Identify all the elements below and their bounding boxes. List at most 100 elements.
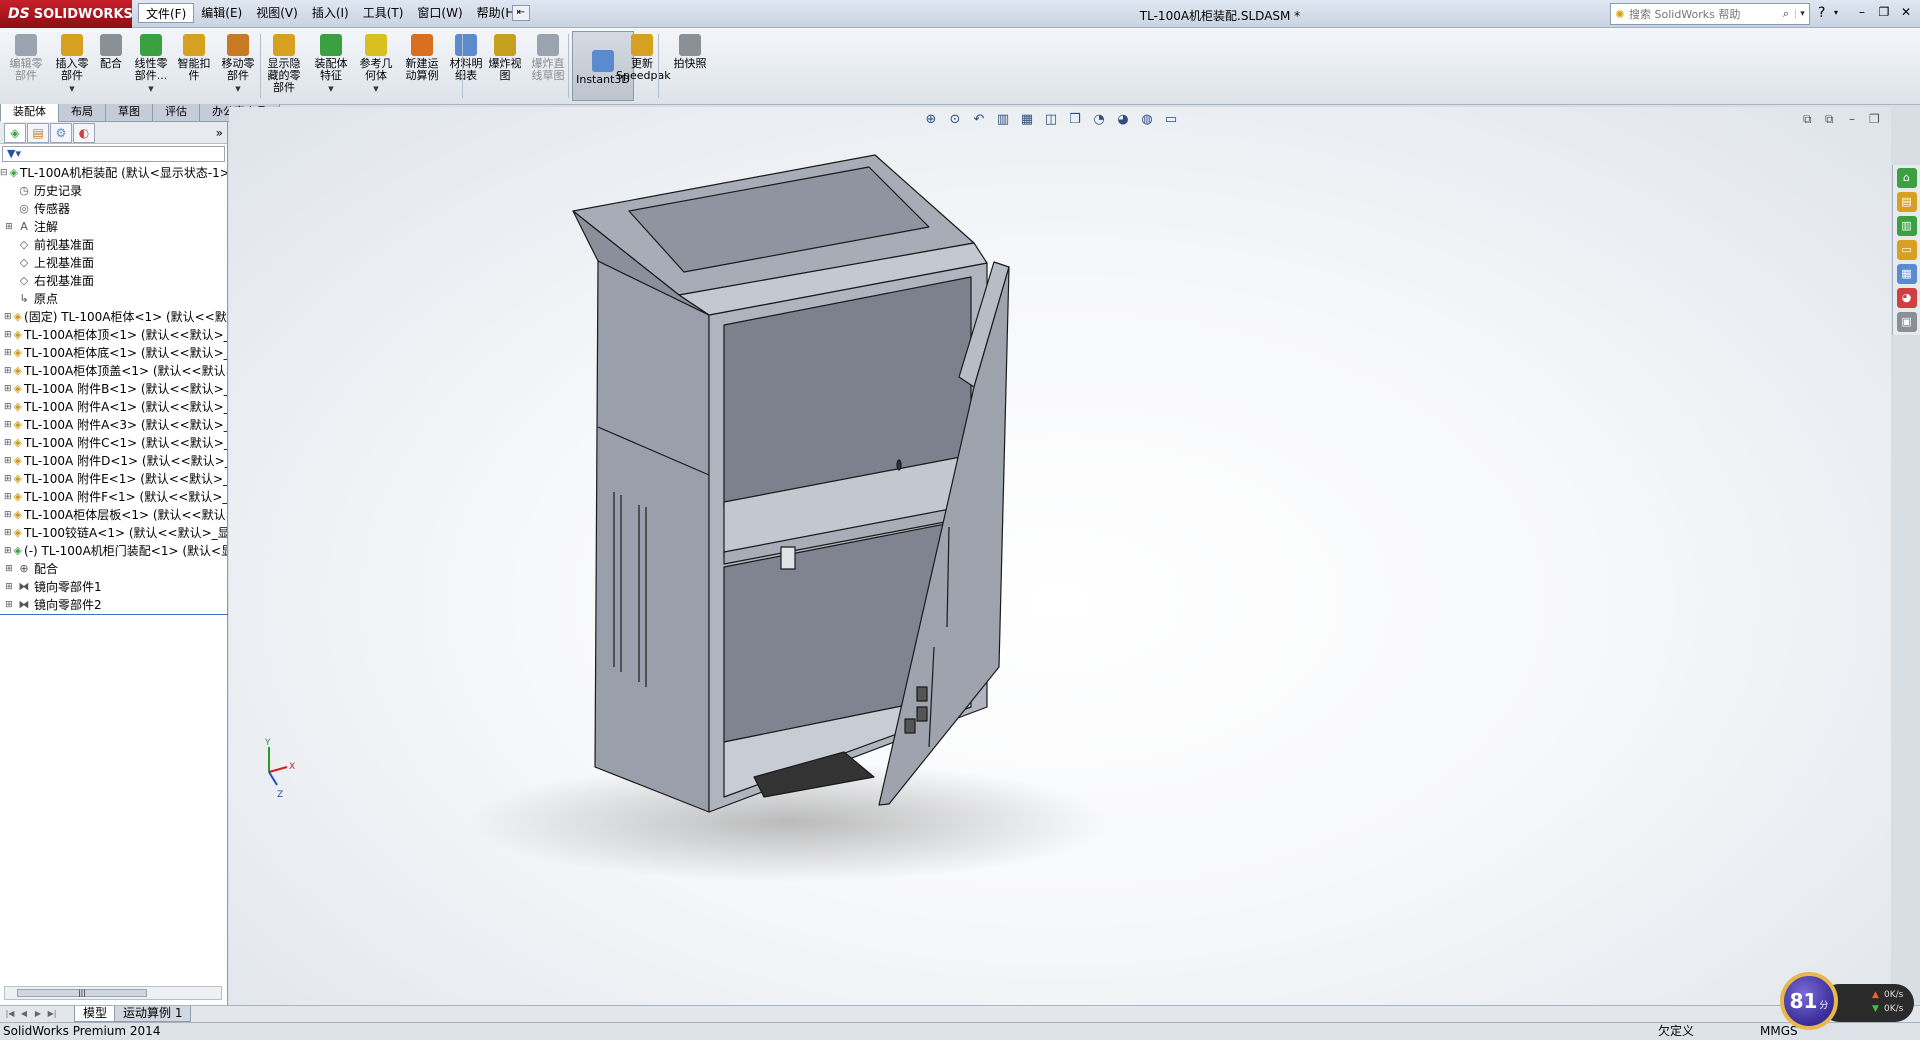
file-explorer-icon[interactable]: ▥ [1896,216,1917,236]
restore-icon[interactable]: ❐ [1874,5,1894,21]
dropdown-arrow-icon[interactable]: ▼ [216,83,260,95]
tree-item[interactable]: ⊞◈TL-100A 附件B<1> (默认<<默认>_显示状态 1>) [0,380,227,398]
cmd-explode-line-sketch-button[interactable]: 爆炸直 线草图 [526,34,570,102]
tree-item[interactable]: ⊞◈TL-100A柜体顶<1> (默认<<默认>_显示状态 1>) [0,326,227,344]
tree-item[interactable]: ⊞◈(-) TL-100A机柜门装配<1> (默认<显示状态-1>) [0,542,227,560]
scrollbar-thumb[interactable]: ||| [17,989,147,997]
expand-icon[interactable]: ⊞ [4,578,14,596]
expand-icon[interactable]: ⊞ [4,434,12,452]
cmd-new-motion-study-button[interactable]: 新建运 动算例 [400,34,444,102]
cmd-bom-button[interactable]: 材料明 细表 [446,34,486,102]
search-help-box[interactable]: ✺ ⌕ ▾ [1610,3,1810,25]
tree-item[interactable]: ⊞◈TL-100A柜体顶盖<1> (默认<<默认>_显示状态 1>) [0,362,227,380]
expand-icon[interactable]: ⊞ [4,470,12,488]
tree-item[interactable]: ⊞◈TL-100A 附件C<1> (默认<<默认>_显示状态 1>) [0,434,227,452]
cmd-linear-pattern-button[interactable]: 线性零 部件... ▼ [130,34,172,102]
bottom-tab-1[interactable]: 运动算例 1 [114,1006,192,1022]
cmd-mate-button[interactable]: 配合 [94,34,128,102]
cmd-tab-3[interactable]: 评估 [152,104,200,122]
tree-item[interactable]: ↳ 原点 [0,290,227,308]
menu-item-2[interactable]: 视图(V) [249,3,305,23]
graphics-area[interactable]: ⊕ ⊙ ↶ ▥ ▦ ◫ ❒ ◔ ◕ ◍ ▭ ⧉ ⧉ – ❐ ✕ [229,107,1891,1005]
performance-widget[interactable]: ▲ 0K/s ▼ 0K/s 81 分 [1780,972,1916,1032]
panel-horizontal-scrollbar[interactable]: ||| [4,986,222,1000]
tree-item[interactable]: ⊞◈TL-100A 附件A<1> (默认<<默认>_显示状态 1>) [0,398,227,416]
cmd-smart-fasteners-button[interactable]: 智能扣 件 [174,34,214,102]
tree-item[interactable]: ⊞ ⧓ 镜向零部件2 [0,596,227,614]
expand-icon[interactable]: ⊞ [4,398,12,416]
appearances-icon[interactable]: ◕ [1896,288,1917,308]
menu-item-3[interactable]: 插入(I) [305,3,356,23]
tree-item[interactable]: ◇ 右视基准面 [0,272,227,290]
help-icon[interactable]: ? [1818,5,1825,21]
dropdown-arrow-icon[interactable]: ▼ [130,83,172,95]
bottom-tab-0[interactable]: 模型 [74,1006,117,1022]
search-dropdown-icon[interactable]: ▾ [1795,9,1809,19]
cabinet-model[interactable]: Y X Z [229,107,1891,1005]
menu-item-0[interactable]: 文件(F) [138,3,195,23]
last-tab-icon[interactable]: ▶| [46,1008,58,1020]
dropdown-arrow-icon[interactable]: ▼ [52,83,92,95]
cmd-reference-geometry-button[interactable]: 参考几 何体 ▼ [354,34,398,102]
expand-icon[interactable]: ⊞ [4,416,12,434]
tree-item[interactable]: ⊞◈(固定) TL-100A柜体<1> (默认<<默认>_显示状态 1>) [0,308,227,326]
expand-icon[interactable]: ⊞ [4,362,12,380]
expand-icon[interactable]: ⊞ [4,380,12,398]
tree-item[interactable]: ◇ 前视基准面 [0,236,227,254]
tree-item[interactable]: ⊞ ⧓ 镜向零部件1 [0,578,227,596]
folder-icon[interactable]: ▭ [1896,240,1917,260]
solidworks-resources-icon[interactable]: ⌂ [1896,168,1917,188]
expand-icon[interactable]: ⊞ [4,218,14,236]
cmd-insert-component-button[interactable]: 插入零 部件 ▼ [52,34,92,102]
cmd-tab-0[interactable]: 装配体 [0,104,59,122]
cmd-edit-component-button[interactable]: 编辑零 部件 [6,34,46,102]
expand-panel-icon[interactable]: » [216,126,223,140]
expand-icon[interactable]: ⊞ [4,488,12,506]
expand-icon[interactable]: ⊞ [4,524,12,542]
menu-item-1[interactable]: 编辑(E) [194,3,249,23]
menu-item-5[interactable]: 窗口(W) [410,3,469,23]
configuration-manager-tab-icon[interactable]: ⚙ [50,122,72,143]
tree-item[interactable]: ⊞◈TL-100A柜体底<1> (默认<<默认>_显示状态 1>) [0,344,227,362]
cmd-speedpak-button[interactable]: 更新 Speedpak [616,34,671,102]
dropdown-arrow-icon[interactable]: ▼ [310,83,352,95]
tree-item[interactable]: ⊞◈TL-100A 附件D<1> (默认<<默认>_显示状态 1>) [0,452,227,470]
expand-icon[interactable]: ⊞ [4,344,12,362]
close-icon[interactable]: ✕ [1896,5,1916,21]
tree-item[interactable]: ⊞◈TL-100A 附件F<1> (默认<<默认>_显示状态 1>) [0,488,227,506]
expand-icon[interactable]: ⊞ [4,560,14,578]
feature-manager-tab-icon[interactable]: ◈ [4,122,26,143]
pin-menu-icon[interactable]: ⇤ [512,5,530,21]
cmd-show-hidden-button[interactable]: 显示隐 藏的零 部件 [262,34,306,102]
tree-item[interactable]: ⊞◈TL-100A 附件E<1> (默认<<默认>_显示状态 1>) [0,470,227,488]
minimize-icon[interactable]: – [1852,5,1872,21]
expand-icon[interactable]: ⊞ [4,542,12,560]
tree-root[interactable]: ⊟ ◈ TL-100A机柜装配 (默认<显示状态-1>) [0,164,227,182]
design-library-icon[interactable]: ▤ [1896,192,1917,212]
menu-item-4[interactable]: 工具(T) [356,3,411,23]
expand-icon[interactable]: ⊞ [4,506,12,524]
display-manager-tab-icon[interactable]: ◐ [73,122,95,143]
cmd-assembly-features-button[interactable]: 装配体 特征 ▼ [310,34,352,102]
tree-item[interactable]: ⊞◈TL-100A柜体层板<1> (默认<<默认>_显示状态 1>) [0,506,227,524]
filter-bar[interactable]: ▼▾ [2,146,225,162]
tree-item[interactable]: ⊞ A 注解 [0,218,227,236]
tree-item[interactable]: ⊞◈TL-100A 附件A<3> (默认<<默认>_显示状态 1>) [0,416,227,434]
cmd-tab-2[interactable]: 草图 [105,104,153,122]
cmd-move-component-button[interactable]: 移动零 部件 ▼ [216,34,260,102]
search-input[interactable] [1629,7,1777,21]
expand-icon[interactable]: ⊞ [4,326,12,344]
tree-item[interactable]: ◎ 传感器 [0,200,227,218]
cmd-exploded-view-button[interactable]: 爆炸视 图 [486,34,524,102]
solidworks-logo[interactable]: DS SOLIDWORKS [0,0,133,28]
tree-item[interactable]: ◷ 历史记录 [0,182,227,200]
expand-icon[interactable]: ⊞ [4,596,14,614]
view-palette-icon[interactable]: ▦ [1896,264,1917,284]
first-tab-icon[interactable]: |◀ [4,1008,16,1020]
tree-item[interactable]: ⊞◈TL-100铰链A<1> (默认<<默认>_显示状态 1>) [0,524,227,542]
prev-tab-icon[interactable]: ◀ [18,1008,30,1020]
tree-item[interactable]: ⊞ ⊕ 配合 [0,560,227,578]
search-icon[interactable]: ⌕ [1777,7,1795,21]
custom-properties-icon[interactable]: ▣ [1896,312,1917,332]
collapse-icon[interactable]: ⊟ [0,164,8,182]
